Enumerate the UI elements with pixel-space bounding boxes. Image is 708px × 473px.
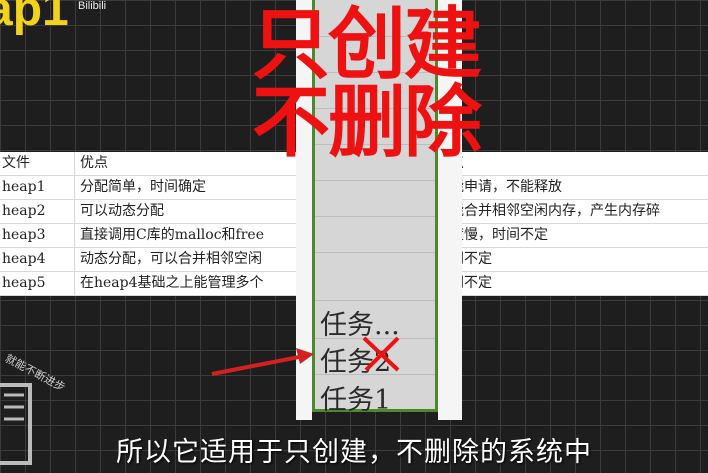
header-file: 文件 xyxy=(0,152,75,175)
video-title: ap1 xyxy=(0,0,69,36)
arrow-icon xyxy=(211,348,314,376)
overlay-text-no-delete: 不删除 xyxy=(252,78,482,168)
cons-cell: 能申请，不能释放 xyxy=(450,179,562,195)
memory-divider xyxy=(315,180,435,181)
memory-divider xyxy=(315,216,435,217)
file-cell: heap1 xyxy=(0,176,75,199)
memory-task-label: 任务1 xyxy=(320,385,392,416)
file-cell: heap2 xyxy=(0,200,75,223)
file-cell: heap4 xyxy=(0,248,75,271)
subtitle-caption: 所以它适用于只创建，不删除的系统中 xyxy=(116,437,592,468)
pros-cell: 直接调用C库的malloc和free xyxy=(80,227,265,243)
cons-cell: 间不定 xyxy=(450,251,492,267)
pros-cell: 可以动态分配 xyxy=(80,203,164,219)
platform-watermark: Bilibili xyxy=(78,0,107,12)
file-cell: heap3 xyxy=(0,224,75,247)
cross-mark-icon xyxy=(362,336,400,372)
cons-cell: 能合并相邻空闲内存，产生内存碎 xyxy=(450,203,660,219)
header-cons: 点 xyxy=(446,152,708,175)
cons-cell: 度慢，时间不定 xyxy=(450,227,548,243)
memory-divider xyxy=(315,300,435,301)
pros-cell: 在heap4基础之上能管理多个 xyxy=(80,275,264,291)
file-cell: heap5 xyxy=(0,272,75,295)
pros-cell: 分配简单，时间确定 xyxy=(80,179,206,195)
cons-cell: 间不定 xyxy=(450,275,492,291)
pros-cell: 动态分配，可以合并相邻空闲 xyxy=(80,251,262,267)
overlay-text-create-only: 只创建 xyxy=(252,0,482,90)
memory-divider xyxy=(315,252,435,253)
